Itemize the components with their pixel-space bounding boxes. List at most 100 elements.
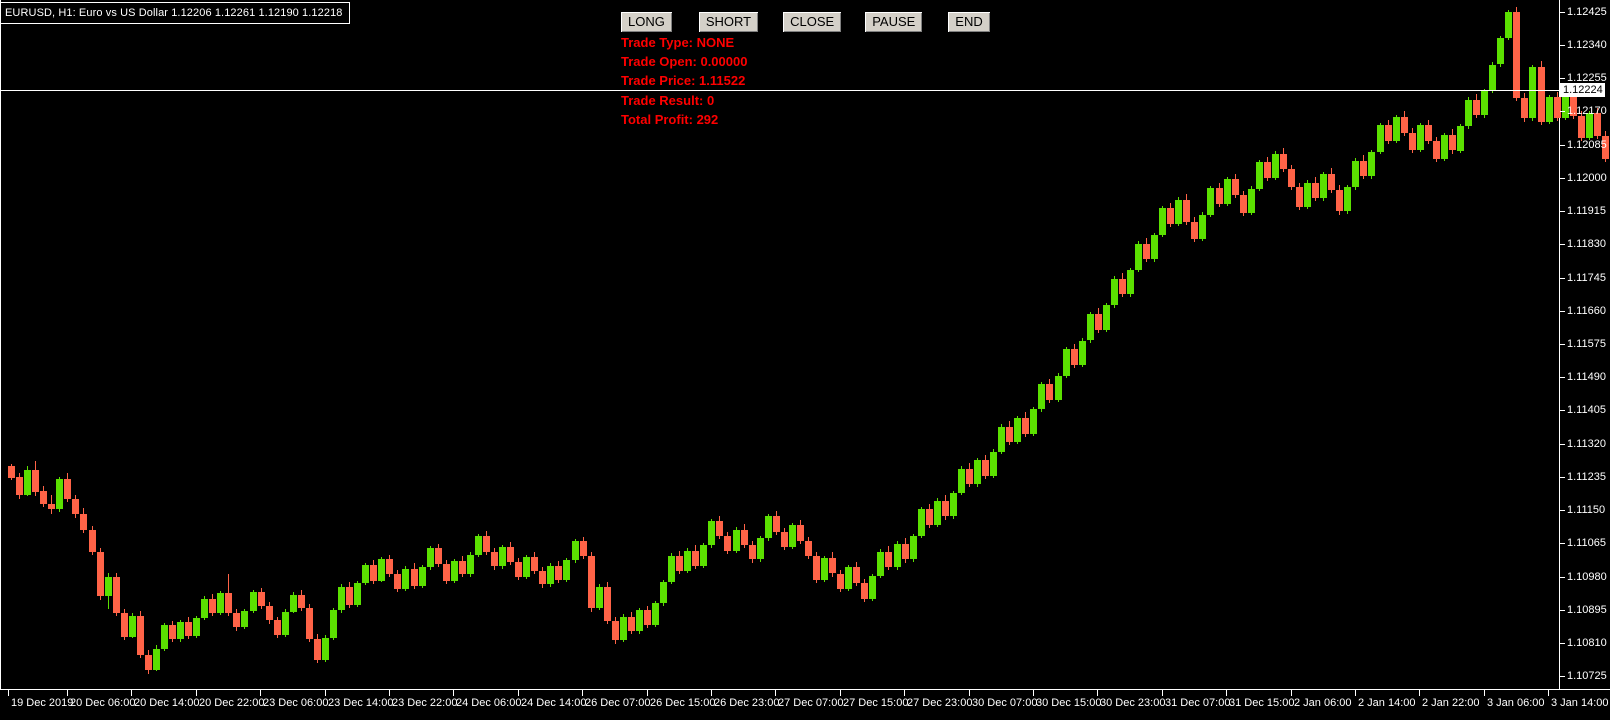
candle-body (998, 426, 1006, 452)
candle-body (1328, 173, 1336, 190)
time-tick (1419, 690, 1420, 696)
symbol-header-text: EURUSD, H1: Euro vs US Dollar 1.12206 1.… (5, 7, 343, 19)
candle-body (853, 567, 861, 583)
candle-body (1022, 417, 1030, 434)
candle-body (1432, 141, 1440, 160)
end-button[interactable]: END (947, 11, 991, 33)
price-tick-label: 1.10980 (1567, 570, 1607, 583)
close-button[interactable]: CLOSE (782, 11, 843, 33)
candle-body (1497, 37, 1505, 65)
candle-body (1336, 189, 1344, 212)
candle-body (394, 574, 402, 590)
candle-body (1368, 152, 1376, 177)
long-button[interactable]: LONG (620, 11, 673, 33)
price-tick-label: 1.10895 (1567, 603, 1607, 616)
candle-body (1376, 125, 1384, 153)
price-tick-label: 1.12085 (1567, 138, 1607, 151)
time-tick (1097, 690, 1098, 696)
candle-body (313, 639, 321, 660)
candle-body (1191, 221, 1199, 239)
candle-body (1320, 173, 1328, 199)
candle-body (619, 616, 627, 640)
candle-body (1062, 349, 1070, 376)
time-tick (582, 690, 583, 696)
candle-body (974, 460, 981, 485)
candle-body (1537, 66, 1545, 122)
current-price-line (0, 90, 1560, 91)
price-tick (1560, 244, 1565, 245)
candle-body (547, 565, 555, 585)
candle-body (1110, 278, 1118, 306)
candle-body (466, 554, 474, 575)
candle-body (1030, 409, 1038, 434)
candle-body (1239, 195, 1247, 214)
candle-body (821, 557, 829, 580)
candle-body (16, 476, 24, 495)
candle-body (1038, 384, 1046, 410)
trade-button-bar: LONG SHORT CLOSE PAUSE END (620, 11, 991, 33)
candle-body (1151, 234, 1159, 260)
price-axis[interactable]: 1.12425 1.12340 1.12255 1.12170 1.12085 1.120… (1560, 0, 1610, 690)
candle-body (603, 586, 611, 622)
candle-body (80, 514, 88, 531)
candle-body (346, 586, 354, 605)
candle-body (217, 593, 225, 613)
time-tick-label: 20 Dec 14:00 (134, 697, 200, 709)
candle-body (458, 560, 466, 575)
candle-body (684, 550, 692, 572)
price-tick-label: 1.10725 (1567, 670, 1607, 683)
candle-body (837, 573, 845, 590)
candle-body (579, 541, 587, 557)
total-profit-label: Total Profit: 292 (621, 111, 719, 127)
candle-body (1135, 243, 1142, 271)
price-tick (1560, 145, 1565, 146)
candle-body (1271, 153, 1279, 178)
candle-body (321, 637, 329, 660)
candle-body (40, 491, 48, 504)
candle-body (185, 621, 193, 637)
candle-body (1392, 116, 1400, 142)
price-tick (1560, 377, 1565, 378)
candle-body (1416, 125, 1424, 150)
time-tick (1548, 690, 1549, 696)
candle-body (1159, 208, 1167, 235)
candle-body (1143, 243, 1151, 260)
candle-body (410, 568, 418, 586)
candle-body (1448, 134, 1456, 151)
price-tick-label: 1.12425 (1567, 5, 1607, 18)
pause-button[interactable]: PAUSE (864, 11, 924, 33)
price-tick (1560, 178, 1565, 179)
candle-body (72, 499, 80, 515)
time-tick (131, 690, 132, 696)
candle-body (273, 620, 281, 636)
price-tick (1560, 444, 1565, 445)
candle-body (136, 615, 144, 655)
candle-body (48, 503, 56, 510)
candle-body (1457, 126, 1464, 151)
time-tick-label: 30 Dec 07:00 (972, 697, 1038, 709)
candle-body (1126, 270, 1134, 295)
candle-body (402, 568, 410, 590)
candle-body (740, 529, 748, 545)
candle-body (555, 565, 563, 580)
candle-body (1175, 199, 1183, 224)
time-tick (969, 690, 970, 696)
candle-body (144, 654, 152, 670)
price-tick (1560, 577, 1565, 578)
time-tick-label: 20 Dec 22:00 (199, 697, 265, 709)
time-tick-label: 3 Jan 06:00 (1487, 697, 1545, 709)
candle-body (772, 516, 780, 533)
time-tick-label: 24 Dec 14:00 (521, 697, 587, 709)
time-tick-label: 24 Dec 06:00 (456, 697, 522, 709)
candle-body (434, 548, 442, 565)
candle-body (418, 567, 426, 586)
candle-body (587, 556, 595, 608)
short-button[interactable]: SHORT (697, 11, 760, 33)
candle-body (378, 559, 386, 581)
candle-body (1505, 12, 1513, 38)
time-tick-label: 23 Dec 06:00 (263, 697, 329, 709)
candle-body (330, 610, 337, 638)
candle-body (1094, 313, 1102, 330)
time-axis[interactable]: 19 Dec 2019 20 Dec 06:00 20 Dec 14:00 20 De… (0, 690, 1610, 720)
time-tick (325, 690, 326, 696)
